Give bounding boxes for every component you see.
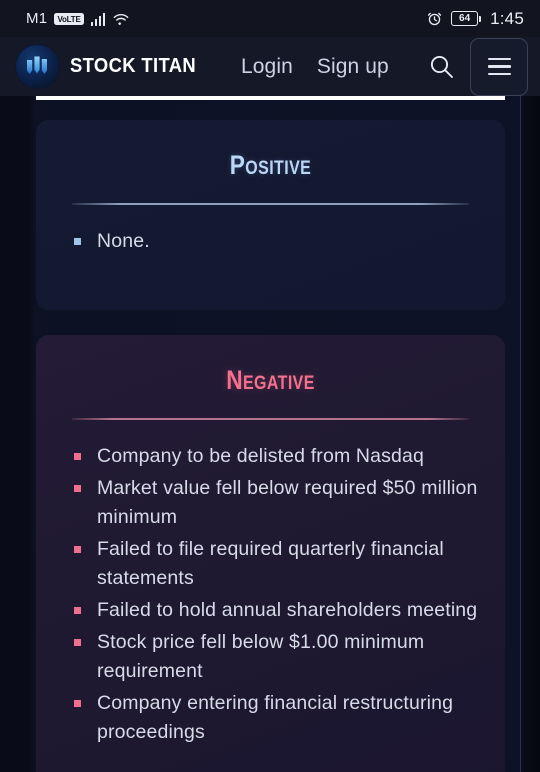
stock-titan-logo-icon — [16, 45, 59, 88]
brand-name: STOCK TITAN — [70, 55, 197, 77]
nav-link-signup[interactable]: Sign up — [317, 55, 389, 79]
carrier-label: M1 — [26, 10, 48, 27]
app-root: M1 VoLTE 64 1:45 STOCK TITAN Login Sign … — [0, 0, 540, 772]
search-icon[interactable] — [422, 48, 460, 86]
list-item: Company entering financial restructuring… — [72, 689, 479, 747]
list-item: Failed to hold annual shareholders meeti… — [72, 596, 479, 625]
battery-cap — [479, 15, 482, 22]
list-item: Company to be delisted from Nasdaq — [72, 442, 479, 471]
content-column: Positive None. Negative Company to be de… — [36, 96, 505, 772]
wifi-icon — [112, 12, 130, 26]
signal-bars-icon — [90, 12, 106, 26]
positive-card-title: Positive — [229, 150, 312, 180]
negative-card-divider — [72, 418, 469, 420]
battery-level-label: 64 — [451, 11, 479, 26]
scrollbar-track[interactable] — [519, 96, 521, 772]
nav-links: Login Sign up — [241, 55, 389, 79]
positive-items-list: None. — [62, 227, 479, 256]
alarm-clock-icon — [427, 11, 442, 26]
clock-label: 1:45 — [490, 8, 524, 28]
page-body: Positive None. Negative Company to be de… — [0, 96, 540, 772]
navbar: STOCK TITAN Login Sign up — [0, 37, 540, 96]
status-bar: M1 VoLTE 64 1:45 — [0, 0, 540, 37]
status-bar-right: 64 1:45 — [427, 9, 524, 29]
nav-link-login[interactable]: Login — [241, 55, 293, 79]
list-item: None. — [72, 227, 479, 256]
battery-indicator: 64 — [451, 11, 482, 26]
list-item: Stock price fell below $1.00 minimum req… — [72, 628, 479, 686]
nav-actions — [422, 37, 528, 96]
volte-badge: VoLTE — [54, 12, 84, 25]
negative-items-list: Company to be delisted from Nasdaq Marke… — [62, 442, 479, 747]
negative-card-title: Negative — [226, 365, 315, 395]
status-bar-left: M1 VoLTE — [26, 10, 130, 27]
positive-card: Positive None. — [36, 120, 505, 310]
brand-home-link[interactable]: STOCK TITAN — [16, 45, 207, 88]
list-item: Failed to file required quarterly financ… — [72, 535, 479, 593]
positive-card-divider — [72, 203, 469, 205]
negative-card: Negative Company to be delisted from Nas… — [36, 335, 505, 772]
hamburger-menu-icon[interactable] — [470, 37, 528, 96]
list-item: Market value fell below required $50 mil… — [72, 474, 479, 532]
